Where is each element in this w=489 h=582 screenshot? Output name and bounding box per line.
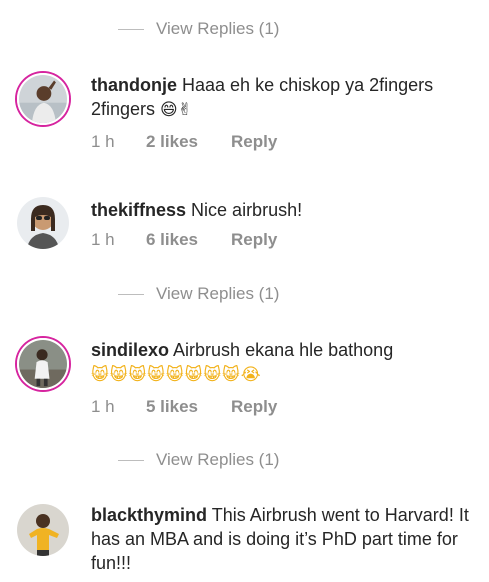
comment-username[interactable]: blackthymind — [91, 505, 207, 525]
comment-text: Nice airbrush! — [191, 200, 303, 220]
comment-time: 1 h — [91, 397, 115, 416]
view-replies-link[interactable]: View Replies (1) — [118, 282, 279, 306]
emoji-row: 😸😸😸😸😸😸😸😸😭 — [91, 365, 262, 385]
comment-body: sindilexo Airbrush ekana hle bathong 😸😸😸… — [91, 338, 477, 387]
comment-body: thekiffness Nice airbrush! — [91, 198, 477, 222]
reply-button[interactable]: Reply — [231, 397, 277, 417]
likes-count[interactable]: 5 likes — [146, 397, 231, 417]
divider-line — [118, 28, 144, 30]
avatar[interactable] — [17, 338, 69, 390]
comment-body: blackthymind This Airbrush went to Harva… — [91, 503, 477, 575]
avatar[interactable] — [17, 197, 69, 249]
comment-time: 1 h — [91, 132, 115, 151]
comment-meta: 1 h 2 likes Reply — [91, 132, 277, 152]
view-replies-link[interactable]: View Replies (1) — [118, 17, 279, 41]
comment-meta: 1 h 5 likes Reply — [91, 397, 277, 417]
view-replies-label: View Replies (1) — [156, 450, 280, 469]
comment-username[interactable]: thekiffness — [91, 200, 186, 220]
avatar[interactable] — [17, 73, 69, 125]
avatar[interactable] — [17, 504, 69, 556]
divider-line — [118, 293, 144, 295]
comment-meta: 1 h 6 likes Reply — [91, 230, 277, 250]
view-replies-label: View Replies (1) — [156, 19, 280, 38]
likes-count[interactable]: 6 likes — [146, 230, 231, 250]
divider-line — [118, 459, 144, 461]
emoji-row: 😄✌ — [160, 100, 193, 120]
comment-text-line2: 2fingers — [91, 99, 161, 119]
comment-text: Airbrush ekana hle bathong — [173, 340, 394, 360]
view-replies-label: View Replies (1) — [156, 284, 280, 303]
likes-count[interactable]: 2 likes — [146, 132, 231, 152]
reply-button[interactable]: Reply — [231, 230, 277, 250]
comment-time: 1 h — [91, 230, 115, 249]
comment-body: thandonje Haaa eh ke chiskop ya 2fingers… — [91, 73, 477, 122]
comment-username[interactable]: sindilexo — [91, 340, 169, 360]
comment-text: Haaa eh ke chiskop ya 2fingers — [182, 75, 434, 95]
view-replies-link[interactable]: View Replies (1) — [118, 448, 279, 472]
reply-button[interactable]: Reply — [231, 132, 277, 152]
comment-username[interactable]: thandonje — [91, 75, 177, 95]
